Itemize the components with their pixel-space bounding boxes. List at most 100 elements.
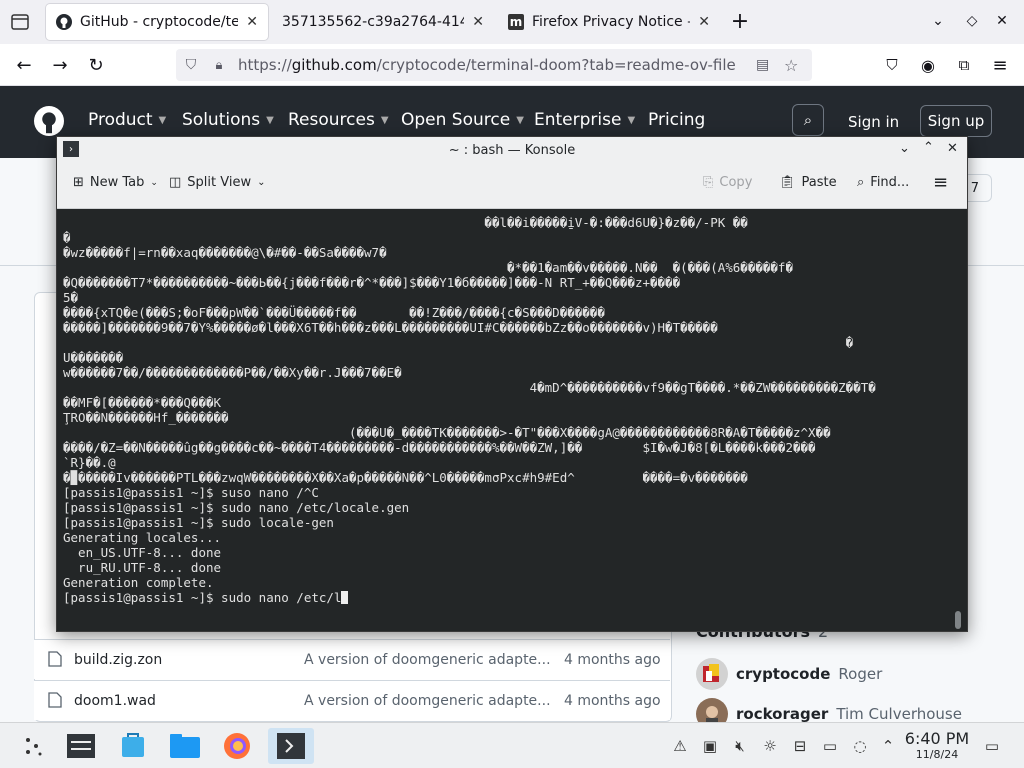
chevron-down-icon: ⌄ — [150, 177, 158, 188]
extensions-icon[interactable]: ⧉ — [950, 52, 978, 78]
terminal-cursor — [341, 591, 349, 604]
new-tab-icon[interactable]: + — [726, 8, 754, 34]
notifications-icon[interactable]: ⚠︎ — [670, 736, 690, 756]
lock-icon[interactable]: 🔒︎ — [206, 58, 232, 73]
browser-nav-bar: ← → ↻ ⛉ 🔒︎ https://github.com/cryptocode… — [0, 44, 1024, 86]
clock[interactable]: 6:40 PM 11/8/24 — [900, 729, 974, 761]
tab-list-icon[interactable] — [6, 9, 34, 35]
find-label: Find... — [870, 175, 910, 190]
file-row[interactable]: build.zig.zon A version of doomgeneric a… — [34, 639, 670, 679]
chevron-down-icon: ▼ — [158, 114, 167, 126]
terminal-line: � — [63, 230, 71, 245]
nav-label: Open Source — [401, 110, 511, 130]
sign-up-button[interactable]: Sign up — [920, 105, 992, 137]
app-launcher-icon[interactable] — [14, 728, 52, 764]
terminal-line: �Q�������T7*����������~���Ь��{j���f���r�… — [63, 275, 681, 290]
discover-store-icon[interactable] — [114, 728, 152, 764]
contributor-login[interactable]: rockorager — [736, 705, 828, 723]
tray-expand-icon[interactable]: ⌃ — [878, 736, 898, 756]
commit-message[interactable]: A version of doomgeneric adapte... — [304, 652, 564, 668]
menu-icon[interactable]: ≡ — [986, 52, 1014, 78]
close-icon[interactable]: ✕ — [246, 14, 258, 30]
browser-tab-image[interactable]: 357135562-c39a2764-4147-46 ✕ — [272, 4, 494, 40]
url-bar[interactable]: ⛉ 🔒︎ https://github.com/cryptocode/termi… — [176, 49, 812, 81]
terminal-line: ��l��i�����̱iV-�:���d6U�}�z��/-PK �� — [63, 215, 748, 230]
account-icon[interactable]: ◉ — [914, 52, 942, 78]
contributor-name: Tim Culverhouse — [836, 705, 962, 723]
maximize-icon[interactable]: ⌃ — [923, 140, 934, 155]
paste-button[interactable]: 📋︎ Paste — [779, 175, 837, 190]
bookmark-star-icon[interactable]: ☆ — [784, 56, 798, 75]
terminal-line: Generating locales... — [63, 530, 222, 545]
firefox-icon[interactable] — [218, 728, 256, 764]
file-row[interactable]: doom1.wad A version of doomgeneric adapt… — [34, 680, 670, 720]
nav-product[interactable]: Product ▼ — [88, 110, 166, 130]
url-prefix: https:// — [238, 56, 292, 74]
nav-label: Resources — [288, 110, 375, 130]
file-name[interactable]: doom1.wad — [74, 693, 304, 709]
terminal-output[interactable]: ��l��i�����̱iV-�:���d6U�}�z��/-PK �� � �wz… — [59, 211, 955, 631]
terminal-scrollbar[interactable] — [955, 611, 961, 629]
split-view-button[interactable]: ◫ Split View ⌄ — [169, 175, 266, 190]
terminal-line: �wz�����f|=rn��xaq�������@\�#��-��Sa����… — [63, 245, 387, 260]
display-icon[interactable]: ▭ — [820, 736, 840, 756]
search-button[interactable]: ⌕ — [792, 104, 824, 136]
new-tab-icon: ⊞ — [73, 175, 84, 190]
clock-date: 11/8/24 — [915, 748, 959, 761]
pocket-icon[interactable]: ⛉ — [878, 52, 906, 78]
chevron-down-icon: ▼ — [266, 114, 274, 126]
commit-date: 4 months ago — [564, 651, 661, 668]
clipboard-icon[interactable]: ▣ — [700, 736, 720, 756]
brightness-icon[interactable]: ☼ — [760, 736, 780, 756]
avatar[interactable] — [696, 658, 728, 690]
konsole-task-icon[interactable] — [268, 728, 314, 764]
close-window-icon[interactable]: ✕ — [988, 8, 1016, 34]
disk-icon[interactable]: ⊟ — [790, 736, 810, 756]
system-settings-icon[interactable] — [62, 728, 100, 764]
terminal-line: ��MF�[������*���Q���K — [63, 395, 222, 410]
terminal-app-icon[interactable]: › — [63, 141, 79, 157]
sign-in-link[interactable]: Sign in — [848, 113, 899, 131]
contributor-login[interactable]: cryptocode — [736, 665, 830, 683]
github-logo-icon[interactable] — [34, 106, 64, 140]
terminal-line: (���U�_����TK�������>-�T"���X����gA@����… — [63, 425, 831, 440]
file-manager-icon[interactable] — [166, 728, 204, 764]
copy-button[interactable]: ⎘ Copy — [703, 175, 752, 190]
minimize-icon[interactable]: ◇ — [958, 8, 986, 34]
browser-tab-privacy[interactable]: m Firefox Privacy Notice — M ✕ — [498, 4, 720, 40]
nav-resources[interactable]: Resources ▼ — [288, 110, 389, 130]
chevron-down-icon[interactable]: ⌄ — [899, 141, 910, 156]
back-icon[interactable]: ← — [10, 52, 38, 78]
volume-muted-icon[interactable]: 🔇︎ — [730, 736, 750, 756]
new-tab-button[interactable]: ⊞ New Tab ⌄ — [73, 175, 158, 190]
close-icon[interactable]: ✕ — [947, 141, 958, 156]
show-desktop-icon[interactable]: ▭ — [982, 736, 1002, 756]
chevron-down-icon[interactable]: ⌄ — [924, 8, 952, 34]
forward-icon[interactable]: → — [46, 52, 74, 78]
reader-view-icon[interactable]: ▤ — [756, 57, 769, 73]
commit-message[interactable]: A version of doomgeneric adapte... — [304, 693, 564, 709]
nav-solutions[interactable]: Solutions ▼ — [182, 110, 274, 130]
browser-tab-github[interactable]: GitHub - cryptocode/termi ✕ — [46, 4, 268, 40]
nav-open-source[interactable]: Open Source ▼ — [401, 110, 524, 130]
tab-title: 357135562-c39a2764-4147-46 — [282, 14, 465, 30]
find-button[interactable]: ⌕ Find... — [857, 175, 909, 190]
terminal-line: ����{xTQ�e(���S;�oF���pW��`���Ü�����f�� … — [63, 305, 605, 320]
terminal-line: 5� — [63, 290, 79, 305]
url-path: /cryptocode/terminal-doom?tab=readme-ov-… — [376, 56, 736, 74]
file-name[interactable]: build.zig.zon — [74, 652, 304, 668]
split-view-icon: ◫ — [169, 175, 182, 190]
contributor-item[interactable]: cryptocode Roger — [696, 658, 882, 690]
shield-icon[interactable]: ⛉ — [176, 57, 206, 73]
search-icon: ⌕ — [803, 111, 813, 129]
url-host: github.com — [291, 56, 377, 74]
chevron-down-icon: ▼ — [627, 114, 636, 126]
hamburger-menu-icon[interactable]: ≡ — [933, 172, 948, 193]
close-icon[interactable]: ✕ — [472, 14, 484, 30]
close-icon[interactable]: ✕ — [698, 14, 710, 30]
nav-pricing[interactable]: Pricing — [648, 110, 705, 130]
reload-icon[interactable]: ↻ — [82, 52, 110, 78]
network-icon[interactable]: ◌ — [850, 736, 870, 756]
konsole-titlebar[interactable]: › ~ : bash — Konsole ⌄ ⌃ ✕ — [57, 137, 967, 163]
nav-enterprise[interactable]: Enterprise ▼ — [534, 110, 635, 130]
